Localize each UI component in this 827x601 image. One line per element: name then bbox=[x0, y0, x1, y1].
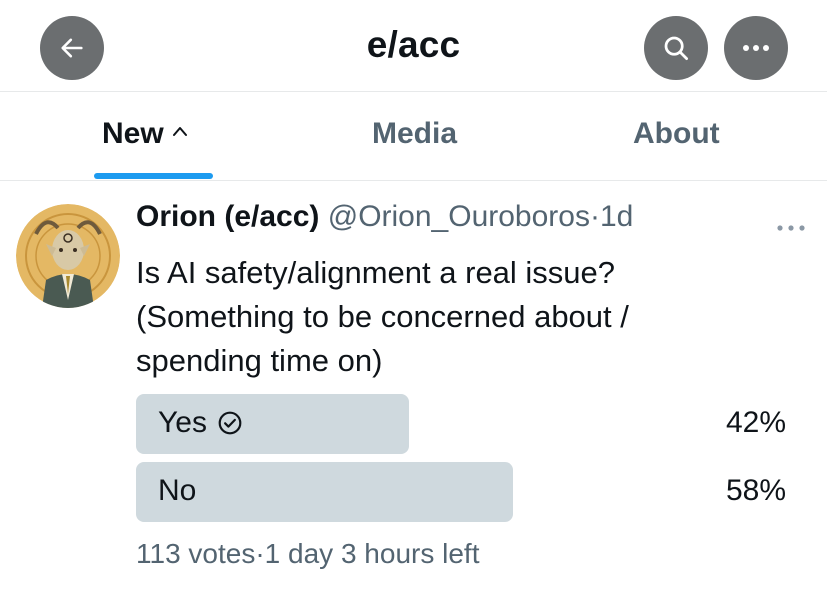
poll-option-no: No 58% bbox=[136, 462, 786, 522]
top-bar: e/acc bbox=[0, 0, 827, 92]
poll-option-text: No bbox=[158, 474, 197, 507]
post-header: Orion (e/acc) @Orion_Ouroboros·1d bbox=[136, 200, 633, 234]
chevron-up-icon bbox=[172, 120, 188, 143]
poll-option-label: No bbox=[158, 474, 196, 508]
tab-about[interactable]: About bbox=[633, 117, 720, 151]
tab-about-label: About bbox=[633, 117, 720, 150]
active-tab-indicator bbox=[94, 173, 213, 179]
poll-option-label: Yes bbox=[158, 406, 243, 440]
more-button[interactable] bbox=[724, 16, 788, 80]
tab-new-label: New bbox=[102, 117, 164, 150]
post-text-line: Is AI safety/alignment a real issue? bbox=[136, 255, 616, 290]
author-handle[interactable]: @Orion_Ouroboros bbox=[328, 200, 590, 233]
poll-option-percent: 42% bbox=[725, 406, 786, 439]
more-horizontal-icon bbox=[743, 45, 769, 51]
check-circle-icon bbox=[218, 411, 242, 435]
poll-option-percent: 58% bbox=[725, 474, 786, 507]
post-more-button[interactable] bbox=[776, 219, 806, 237]
post[interactable]: Orion (e/acc) @Orion_Ouroboros·1d Is AI … bbox=[0, 181, 827, 601]
tab-new[interactable]: New bbox=[102, 117, 188, 151]
post-text-line: spending time on) bbox=[136, 343, 383, 378]
poll-option-yes: Yes 42% bbox=[136, 394, 786, 454]
post-age[interactable]: 1d bbox=[600, 200, 633, 233]
tab-bar: New Media About bbox=[0, 92, 827, 180]
poll-footer: 113 votes·1 day 3 hours left bbox=[136, 538, 479, 570]
search-icon bbox=[664, 36, 688, 60]
search-button[interactable] bbox=[644, 16, 708, 80]
poll-option-text: Yes bbox=[158, 406, 207, 439]
avatar[interactable] bbox=[16, 204, 120, 308]
poll-time-left: 1 day 3 hours left bbox=[264, 538, 480, 569]
more-horizontal-icon bbox=[777, 225, 805, 231]
tab-media[interactable]: Media bbox=[372, 117, 457, 151]
poll-votes: 113 votes bbox=[136, 538, 256, 569]
tab-media-label: Media bbox=[372, 117, 458, 150]
poll-separator: · bbox=[255, 538, 265, 569]
post-text: Is AI safety/alignment a real issue? (So… bbox=[136, 251, 776, 383]
author-name[interactable]: Orion (e/acc) bbox=[136, 200, 319, 233]
post-text-line: (Something to be concerned about / bbox=[136, 299, 629, 334]
meta-separator: · bbox=[589, 200, 600, 233]
